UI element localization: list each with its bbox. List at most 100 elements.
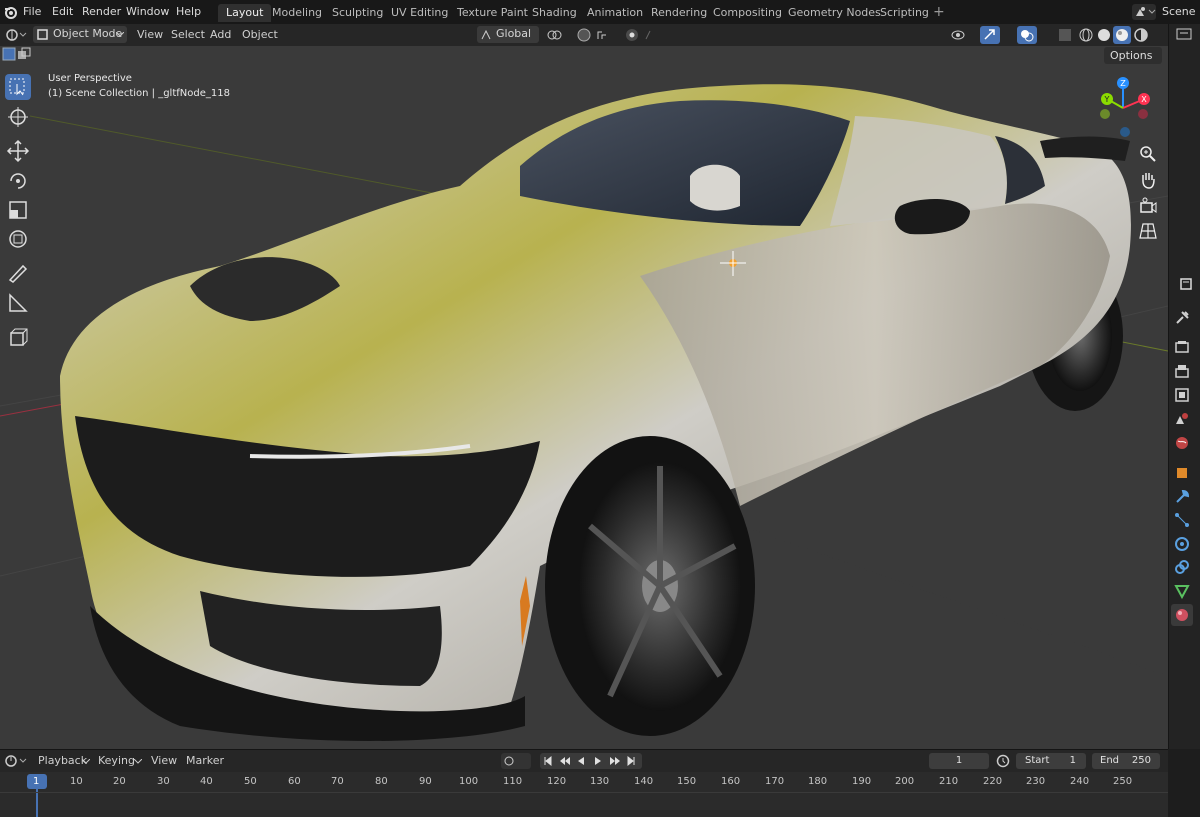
constraints-properties-icon[interactable] <box>1173 558 1191 576</box>
3d-viewport[interactable]: User Perspective (1) Scene Collection | … <box>0 46 1168 749</box>
object-menu[interactable]: Object <box>242 27 278 43</box>
properties-type-icon[interactable] <box>1180 276 1198 292</box>
chevron-down-icon <box>116 32 124 37</box>
pan-hand-icon[interactable] <box>1137 169 1159 191</box>
overlays-toggle-icon[interactable] <box>1017 26 1037 44</box>
tool-select-box[interactable] <box>5 74 31 100</box>
tab-shading[interactable]: Shading <box>524 4 585 22</box>
menu-edit[interactable]: Edit <box>52 0 73 24</box>
output-properties-icon[interactable] <box>1173 362 1191 380</box>
frame-tick: 220 <box>983 776 1003 787</box>
menu-file[interactable]: File <box>23 0 41 24</box>
snap-icon[interactable] <box>576 27 616 43</box>
marker-menu[interactable]: Marker <box>186 753 224 769</box>
shading-rendered-icon[interactable] <box>1133 27 1149 43</box>
view-layer-properties-icon[interactable] <box>1173 386 1191 404</box>
options-button[interactable]: Options <box>1104 47 1162 64</box>
zoom-icon[interactable] <box>1137 143 1159 165</box>
transform-orientation-selector[interactable]: Global <box>477 26 539 43</box>
timeline-editor-icon[interactable] <box>4 754 28 768</box>
add-menu[interactable]: Add <box>210 27 231 43</box>
tab-scripting[interactable]: Scripting <box>872 4 937 22</box>
outliner-icon[interactable] <box>1176 28 1194 40</box>
material-properties-icon[interactable] <box>1171 604 1193 626</box>
auto-keying-icon[interactable] <box>501 753 531 769</box>
particles-properties-icon[interactable] <box>1173 511 1191 529</box>
render-properties-icon[interactable] <box>1173 338 1191 356</box>
tab-uv-editing[interactable]: UV Editing <box>383 4 456 22</box>
tool-scale[interactable] <box>5 197 31 223</box>
menu-help[interactable]: Help <box>176 0 201 24</box>
tool-move[interactable] <box>5 138 31 164</box>
tool-transform[interactable] <box>5 226 31 252</box>
tool-properties-icon[interactable] <box>1173 309 1191 327</box>
world-properties-icon[interactable] <box>1173 434 1191 452</box>
mode-selector[interactable]: Object Mode <box>33 26 127 43</box>
select-menu[interactable]: Select <box>171 27 205 43</box>
frame-tick: 240 <box>1070 776 1090 787</box>
jump-keyframe-back-icon[interactable] <box>557 753 573 769</box>
object-properties-icon[interactable] <box>1173 464 1191 482</box>
measure-icon <box>9 293 28 312</box>
timeline-view-menu[interactable]: View <box>151 753 177 769</box>
tab-compositing[interactable]: Compositing <box>705 4 790 22</box>
select-new-icon[interactable] <box>2 47 16 61</box>
tool-rotate[interactable] <box>5 168 31 194</box>
blender-logo-icon[interactable] <box>4 5 18 19</box>
add-workspace-button[interactable]: + <box>933 0 945 24</box>
pivot-icon[interactable] <box>546 27 570 43</box>
modifier-properties-icon[interactable] <box>1173 488 1191 506</box>
playback-chevron-icon <box>82 759 90 764</box>
tab-sculpting[interactable]: Sculpting <box>324 4 391 22</box>
jump-end-icon[interactable] <box>625 753 641 769</box>
xray-icon[interactable] <box>1057 27 1073 43</box>
tool-measure[interactable] <box>5 290 31 316</box>
viewport-collection-label: (1) Scene Collection | _gltfNode_118 <box>48 88 230 99</box>
playhead-line <box>36 789 38 817</box>
orientation-icon <box>481 29 491 40</box>
frame-tick: 140 <box>634 776 654 787</box>
play-reverse-icon[interactable] <box>574 753 590 769</box>
camera-view-icon[interactable] <box>1137 195 1159 217</box>
play-icon[interactable] <box>591 753 607 769</box>
end-frame-field[interactable]: End 250 <box>1092 753 1160 769</box>
jump-start-icon[interactable] <box>540 753 556 769</box>
tool-add-cube[interactable] <box>5 324 31 350</box>
shading-material-icon[interactable] <box>1113 26 1131 44</box>
frame-tick: 150 <box>677 776 697 787</box>
tool-cursor[interactable] <box>5 104 31 130</box>
frame-tick: 180 <box>808 776 828 787</box>
editor-type-icon[interactable] <box>4 27 28 43</box>
end-frame-value: 250 <box>1131 755 1151 766</box>
shading-wireframe-icon[interactable] <box>1078 27 1094 43</box>
view-menu[interactable]: View <box>137 27 163 43</box>
physics-properties-icon[interactable] <box>1173 535 1191 553</box>
gizmo-y-label: Y <box>1104 95 1110 104</box>
playback-menu[interactable]: Playback <box>38 753 87 769</box>
select-extend-icon[interactable] <box>17 47 31 61</box>
visibility-icon[interactable] <box>950 27 976 43</box>
scene-icon[interactable] <box>1132 4 1156 20</box>
navigation-gizmo[interactable]: Z X Y <box>1095 74 1155 140</box>
data-properties-icon[interactable] <box>1173 582 1191 600</box>
scene-name[interactable]: Scene <box>1162 0 1196 24</box>
menu-render[interactable]: Render <box>82 0 121 24</box>
perspective-toggle-icon[interactable] <box>1137 220 1159 242</box>
menu-window[interactable]: Window <box>126 0 169 24</box>
proportional-edit-icon[interactable] <box>624 27 654 43</box>
frame-tick: 1 <box>33 776 40 787</box>
shading-solid-icon[interactable] <box>1096 27 1112 43</box>
tab-modeling[interactable]: Modeling <box>264 4 330 22</box>
tool-annotate[interactable] <box>5 260 31 286</box>
scene-properties-icon[interactable] <box>1173 410 1191 428</box>
tab-animation[interactable]: Animation <box>579 4 651 22</box>
frame-tick: 40 <box>200 776 213 787</box>
tab-texture-paint[interactable]: Texture Paint <box>449 4 536 22</box>
jump-keyframe-forward-icon[interactable] <box>608 753 624 769</box>
current-frame-field[interactable]: 1 <box>929 753 989 769</box>
scale-icon <box>9 201 27 219</box>
clock-icon[interactable] <box>996 754 1010 768</box>
start-frame-field[interactable]: Start 1 <box>1016 753 1086 769</box>
keying-menu[interactable]: Keying <box>98 753 135 769</box>
gizmo-toggle-icon[interactable] <box>980 26 1000 44</box>
